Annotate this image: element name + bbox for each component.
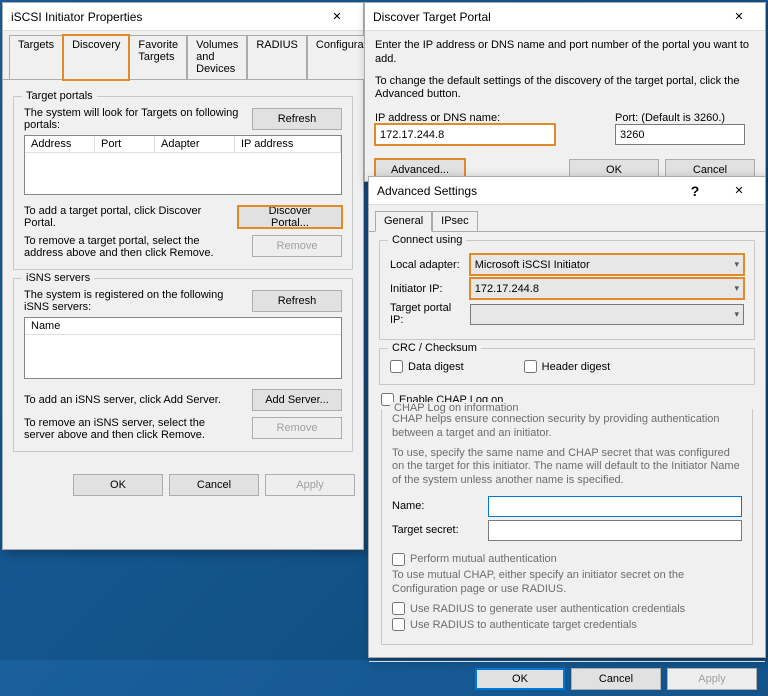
data-digest-checkbox[interactable]: Data digest	[390, 360, 464, 373]
initiator-ip-select[interactable]: 172.17.244.8 ▾	[470, 278, 744, 299]
remove-isns-hint: To remove an iSNS server, select the ser…	[24, 417, 246, 441]
local-adapter-select[interactable]: Microsoft iSCSI Initiator ▾	[470, 254, 744, 275]
ip-address-input[interactable]	[375, 124, 555, 145]
local-adapter-value: Microsoft iSCSI Initiator	[475, 259, 590, 271]
titlebar: Discover Target Portal ✕	[365, 3, 765, 31]
tab-ipsec[interactable]: IPsec	[432, 211, 478, 231]
target-portals-group: Target portals The system will look for …	[13, 96, 353, 270]
col-port: Port	[95, 136, 155, 153]
discover-target-portal-dialog: Discover Target Portal ✕ Enter the IP ad…	[364, 2, 766, 182]
close-icon[interactable]: ✕	[717, 3, 761, 31]
target-portals-table[interactable]: Address Port Adapter IP address	[24, 135, 342, 195]
target-portal-ip-label: Target portal IP:	[390, 302, 464, 326]
titlebar: iSCSI Initiator Properties ✕	[3, 3, 363, 31]
chap-desc-1: CHAP helps ensure connection security by…	[392, 413, 742, 441]
header-digest-checkbox[interactable]: Header digest	[524, 360, 611, 373]
cancel-button[interactable]: Cancel	[571, 668, 661, 690]
add-portal-hint: To add a target portal, click Discover P…	[24, 205, 232, 229]
tp-hint: The system will look for Targets on foll…	[24, 107, 246, 131]
tab-targets[interactable]: Targets	[9, 35, 63, 79]
isns-servers-group: iSNS servers The system is registered on…	[13, 278, 353, 452]
group-title: iSNS servers	[22, 272, 94, 284]
crc-checksum-group: CRC / Checksum Data digest Header digest	[379, 348, 755, 385]
port-input[interactable]	[615, 124, 745, 145]
mutual-hint: To use mutual CHAP, either specify an in…	[392, 569, 742, 597]
chap-name-label: Name:	[392, 500, 482, 512]
connect-using-group: Connect using Local adapter: Microsoft i…	[379, 240, 755, 340]
isns-hint: The system is registered on the followin…	[24, 289, 246, 313]
intro-text-1: Enter the IP address or DNS name and por…	[375, 39, 755, 67]
tabstrip: Targets Discovery Favorite Targets Volum…	[3, 31, 363, 80]
target-secret-label: Target secret:	[392, 524, 482, 536]
col-name: Name	[25, 318, 341, 335]
dialog-buttons: OK Cancel Apply	[3, 468, 363, 502]
tab-favorite-targets[interactable]: Favorite Targets	[129, 35, 187, 79]
chevron-down-icon: ▾	[734, 259, 739, 270]
intro-text-2: To change the default settings of the di…	[375, 75, 755, 103]
tab-general[interactable]: General	[375, 211, 432, 232]
discover-portal-button[interactable]: Discover Portal...	[238, 206, 342, 228]
tabstrip: General IPsec	[369, 205, 765, 232]
cancel-button[interactable]: Cancel	[169, 474, 259, 496]
advanced-settings-dialog: Advanced Settings ? ✕ General IPsec Conn…	[368, 176, 766, 658]
dialog-buttons: OK Cancel Apply	[369, 661, 765, 696]
col-adapter: Adapter	[155, 136, 235, 153]
chap-section: Enable CHAP Log on CHAP Log on informati…	[379, 393, 755, 645]
refresh-button[interactable]: Refresh	[252, 108, 342, 130]
local-adapter-label: Local adapter:	[390, 259, 464, 271]
window-title: iSCSI Initiator Properties	[11, 10, 315, 24]
radius-generate-checkbox[interactable]: Use RADIUS to generate user authenticati…	[392, 602, 742, 615]
chap-subtitle: CHAP Log on information	[390, 402, 523, 414]
mutual-auth-checkbox[interactable]: Perform mutual authentication	[392, 553, 742, 566]
initiator-ip-value: 172.17.244.8	[475, 283, 539, 295]
group-title: Connect using	[388, 234, 466, 246]
group-title: CRC / Checksum	[388, 342, 481, 354]
apply-button[interactable]: Apply	[667, 668, 757, 690]
chap-name-input[interactable]	[488, 496, 742, 517]
isns-list[interactable]: Name	[24, 317, 342, 379]
initiator-ip-label: Initiator IP:	[390, 283, 464, 295]
remove-portal-button[interactable]: Remove	[252, 235, 342, 257]
ok-button[interactable]: OK	[475, 668, 565, 690]
add-server-button[interactable]: Add Server...	[252, 389, 342, 411]
remove-portal-hint: To remove a target portal, select the ad…	[24, 235, 246, 259]
port-label: Port: (Default is 3260.)	[615, 112, 725, 124]
tab-radius[interactable]: RADIUS	[247, 35, 307, 79]
chevron-down-icon: ▾	[734, 309, 739, 320]
help-icon[interactable]: ?	[673, 177, 717, 205]
apply-button[interactable]: Apply	[265, 474, 355, 496]
radius-authenticate-checkbox[interactable]: Use RADIUS to authenticate target creden…	[392, 618, 742, 631]
ip-label: IP address or DNS name:	[375, 112, 500, 124]
refresh-button[interactable]: Refresh	[252, 290, 342, 312]
chevron-down-icon: ▾	[734, 283, 739, 294]
iscsi-properties-dialog: iSCSI Initiator Properties ✕ Targets Dis…	[2, 2, 364, 550]
window-title: Advanced Settings	[377, 184, 673, 198]
close-icon[interactable]: ✕	[315, 3, 359, 31]
titlebar: Advanced Settings ? ✕	[369, 177, 765, 205]
col-address: Address	[25, 136, 95, 153]
tab-discovery[interactable]: Discovery	[63, 35, 129, 80]
tab-volumes-devices[interactable]: Volumes and Devices	[187, 35, 247, 79]
group-title: Target portals	[22, 90, 97, 102]
target-portal-ip-select[interactable]: ▾	[470, 304, 744, 325]
chap-desc-2: To use, specify the same name and CHAP s…	[392, 447, 742, 488]
target-secret-input[interactable]	[488, 520, 742, 541]
ok-button[interactable]: OK	[73, 474, 163, 496]
window-title: Discover Target Portal	[373, 10, 717, 24]
col-ip: IP address	[235, 136, 341, 153]
remove-server-button[interactable]: Remove	[252, 417, 342, 439]
close-icon[interactable]: ✕	[717, 177, 761, 205]
add-isns-hint: To add an iSNS server, click Add Server.	[24, 394, 221, 406]
